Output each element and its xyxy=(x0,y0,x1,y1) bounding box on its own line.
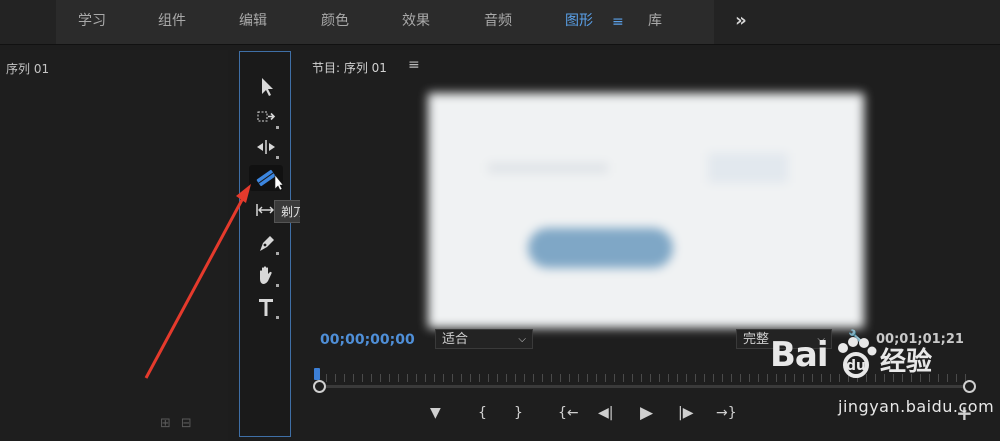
ripple-edit-tool-icon[interactable] xyxy=(249,134,283,160)
duration-timecode: 00;01;01;21 xyxy=(876,332,964,347)
workspace-tab-graphics[interactable]: 图形 xyxy=(565,0,593,44)
video-preview xyxy=(428,93,864,328)
workspace-tab-assembly[interactable]: 组件 xyxy=(158,0,186,44)
panel-menu-icon[interactable]: ≡ xyxy=(408,57,420,73)
fit-dropdown[interactable]: 适合 ⌵ xyxy=(435,329,533,349)
step-back-icon[interactable]: ◀| xyxy=(598,405,613,421)
program-monitor: 节目: 序列 01 ≡ 00;00;00;00 适合 ⌵ 完整 ⌵ 🔧 00;0… xyxy=(300,50,1000,441)
timeline-scrubber[interactable] xyxy=(312,368,976,393)
workspace-tab-audio[interactable]: 音频 xyxy=(484,0,512,44)
preview-text-block xyxy=(488,163,608,173)
go-to-in-icon[interactable]: {← xyxy=(558,405,579,421)
quality-dropdown[interactable]: 完整 ⌵ xyxy=(736,329,832,349)
chevron-down-icon: ⌵ xyxy=(518,334,526,345)
source-panel-footer: ⊞ ⊟ xyxy=(160,416,202,431)
go-to-out-icon[interactable]: →} xyxy=(716,405,737,421)
timeline-ticks xyxy=(326,374,966,382)
tool-submenu-indicator xyxy=(276,126,279,129)
workspace-bar: 学习 组件 编辑 颜色 效果 音频 图形 ≡ 库 » xyxy=(0,0,1000,45)
add-marker-icon[interactable]: ▼ xyxy=(430,405,441,421)
step-forward-icon[interactable]: |▶ xyxy=(678,405,693,421)
fit-dropdown-value: 适合 xyxy=(442,332,469,347)
workspace-tab-effects[interactable]: 效果 xyxy=(402,0,430,44)
source-panel: 序列 01 ⊞ ⊟ xyxy=(0,50,228,441)
playhead-marker[interactable] xyxy=(314,368,320,380)
workspace-tab-libraries[interactable]: 库 xyxy=(648,0,662,44)
tools-panel xyxy=(239,51,291,437)
type-tool-icon[interactable] xyxy=(249,294,283,320)
workspace-tab-color[interactable]: 颜色 xyxy=(321,0,349,44)
razor-tool-icon[interactable] xyxy=(249,165,283,191)
current-timecode[interactable]: 00;00;00;00 xyxy=(320,332,415,348)
insert-icon[interactable]: ⊟ xyxy=(181,416,192,431)
play-icon[interactable]: ▶ xyxy=(640,403,653,423)
workspace-menu-icon[interactable]: ≡ xyxy=(612,0,624,44)
settings-wrench-icon[interactable]: 🔧 xyxy=(848,330,864,345)
pen-tool-icon[interactable] xyxy=(249,230,283,256)
selection-tool-icon[interactable] xyxy=(249,74,283,100)
mark-out-icon[interactable]: } xyxy=(514,405,523,421)
preview-logo-block xyxy=(708,153,788,183)
more-workspaces-icon[interactable]: » xyxy=(728,0,754,44)
program-monitor-title[interactable]: 节目: 序列 01 xyxy=(312,59,387,76)
zoom-handle-left[interactable] xyxy=(313,380,326,393)
chevron-down-icon: ⌵ xyxy=(817,334,825,345)
hand-tool-icon[interactable] xyxy=(249,262,283,288)
transport-controls: ▼ { } {← ◀| ▶ |▶ →} + xyxy=(430,401,973,427)
track-select-tool-icon[interactable] xyxy=(249,104,283,130)
workspace-tabs: 学习 组件 编辑 颜色 效果 音频 图形 ≡ 库 xyxy=(56,0,714,44)
mark-in-icon[interactable]: { xyxy=(478,405,487,421)
tool-submenu-indicator xyxy=(276,284,279,287)
zoom-bar[interactable] xyxy=(318,385,970,388)
quality-dropdown-value: 完整 xyxy=(743,332,770,347)
zoom-handle-right[interactable] xyxy=(963,380,976,393)
workspace-tab-editing[interactable]: 编辑 xyxy=(239,0,267,44)
source-panel-title[interactable]: 序列 01 xyxy=(6,60,49,77)
export-frame-icon[interactable]: ⊞ xyxy=(160,416,171,431)
tool-submenu-indicator xyxy=(276,156,279,159)
add-button-icon[interactable]: + xyxy=(956,401,973,425)
workspace-tab-learning[interactable]: 学习 xyxy=(78,0,106,44)
preview-button-shape xyxy=(528,228,673,268)
tool-submenu-indicator xyxy=(276,316,279,319)
tool-submenu-indicator xyxy=(276,252,279,255)
